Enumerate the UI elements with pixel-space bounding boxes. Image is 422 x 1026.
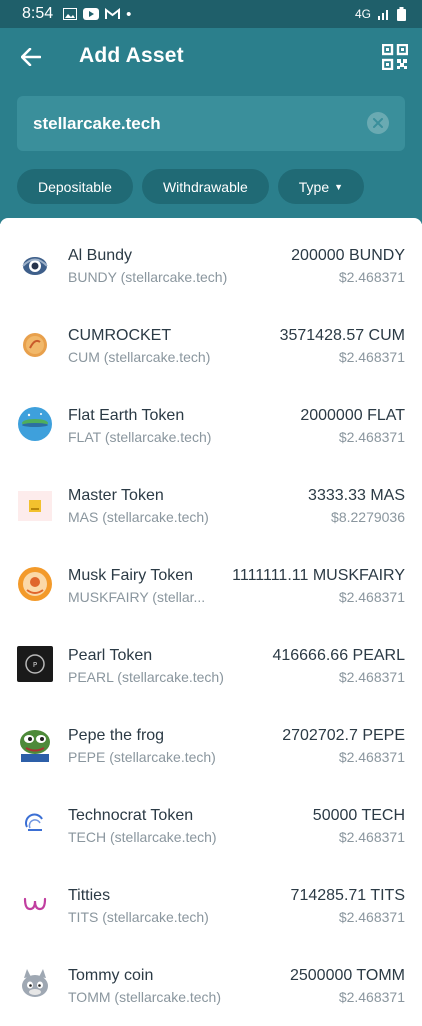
youtube-icon	[83, 8, 100, 20]
svg-text:P: P	[33, 661, 37, 669]
asset-price: $2.468371	[338, 349, 405, 365]
master-token-logo	[17, 488, 53, 524]
asset-price: $2.468371	[338, 269, 405, 285]
list-item[interactable]: Al Bundy BUNDY (stellarcake.tech) 200000…	[0, 226, 422, 306]
asset-name: Al Bundy	[68, 247, 133, 264]
asset-list: Al Bundy BUNDY (stellarcake.tech) 200000…	[0, 218, 422, 1023]
asset-code: FLAT (stellarcake.tech)	[68, 429, 212, 445]
system-icons: 4G	[355, 7, 406, 21]
asset-name: Tommy coin	[68, 967, 154, 984]
header: Add Asset stellarcake.tech Depositable W…	[0, 28, 422, 224]
asset-code: MAS (stellarcake.tech)	[68, 509, 209, 525]
pepe-frog-logo	[17, 726, 53, 762]
gallery-icon	[63, 8, 78, 20]
asset-code: BUNDY (stellarcake.tech)	[68, 269, 228, 285]
asset-price: $2.468371	[338, 829, 405, 845]
cumrocket-logo	[17, 327, 53, 363]
asset-name: Pearl Token	[68, 647, 153, 664]
list-item[interactable]: Titties TITS (stellarcake.tech) 714285.7…	[0, 866, 422, 946]
asset-price: $2.468371	[338, 669, 405, 685]
page-title: Add Asset	[79, 44, 184, 67]
status-bar: 8:54 • 4G	[0, 0, 422, 28]
list-item[interactable]: Technocrat Token TECH (stellarcake.tech)…	[0, 786, 422, 866]
network-type: 4G	[354, 7, 371, 21]
qr-code-icon	[381, 43, 409, 71]
asset-name: Titties	[68, 887, 111, 904]
asset-name: Pepe the frog	[68, 727, 165, 744]
filter-type-dropdown[interactable]: Type ▼	[277, 169, 365, 204]
asset-name: Musk Fairy Token	[68, 567, 194, 584]
asset-name: Technocrat Token	[68, 807, 194, 824]
asset-code: PEARL (stellarcake.tech)	[68, 669, 224, 685]
asset-code: PEPE (stellarcake.tech)	[68, 749, 216, 765]
filter-type-label: Type	[298, 178, 330, 195]
asset-name: Flat Earth Token	[68, 407, 185, 424]
list-item[interactable]: Pepe the frog PEPE (stellarcake.tech) 27…	[0, 706, 422, 786]
qr-scan-button[interactable]	[381, 43, 409, 71]
asset-amount: 1111111.11 MUSKFAIRY	[232, 567, 405, 584]
musk-fairy-logo	[17, 566, 53, 602]
clear-search-button[interactable]	[367, 112, 389, 134]
filter-depositable-label: Depositable	[38, 178, 112, 195]
search-input[interactable]: stellarcake.tech	[17, 96, 405, 151]
asset-price: $2.468371	[338, 749, 405, 765]
gmail-icon	[105, 8, 121, 19]
filter-chips: Depositable Withdrawable Type ▼	[17, 169, 365, 204]
asset-code: TITS (stellarcake.tech)	[68, 909, 209, 925]
battery-icon	[397, 7, 406, 21]
technocrat-logo	[17, 806, 53, 842]
list-item[interactable]: Master Token MAS (stellarcake.tech) 3333…	[0, 466, 422, 546]
asset-price: $2.468371	[338, 429, 405, 445]
flat-earth-logo	[17, 406, 53, 442]
al-bundy-logo	[17, 248, 53, 284]
arrow-left-icon	[21, 48, 41, 66]
search-value[interactable]: stellarcake.tech	[33, 114, 161, 134]
list-item[interactable]: Musk Fairy Token MUSKFAIRY (stellar... 1…	[0, 546, 422, 626]
caret-down-icon: ▼	[334, 181, 344, 192]
asset-amount: 2702702.7 PEPE	[282, 727, 405, 744]
asset-code: TECH (stellarcake.tech)	[68, 829, 217, 845]
status-time: 8:54	[22, 5, 54, 22]
list-item[interactable]: Flat Earth Token FLAT (stellarcake.tech)…	[0, 386, 422, 466]
titties-logo	[17, 886, 53, 922]
asset-price: $2.468371	[338, 989, 405, 1005]
top-app-bar: Add Asset	[0, 28, 422, 86]
asset-code: CUM (stellarcake.tech)	[68, 349, 211, 365]
asset-code: TOMM (stellarcake.tech)	[68, 989, 221, 1005]
tommy-coin-logo	[17, 966, 53, 1002]
asset-amount: 200000 BUNDY	[291, 247, 405, 264]
asset-amount: 2500000 TOMM	[289, 967, 405, 984]
asset-amount: 714285.71 TITS	[290, 887, 405, 904]
clear-circle-icon	[373, 118, 383, 128]
list-item[interactable]: Tommy coin TOMM (stellarcake.tech) 25000…	[0, 946, 422, 1026]
filter-withdrawable-label: Withdrawable	[162, 178, 248, 195]
back-button[interactable]	[16, 42, 46, 72]
status-dot: •	[126, 5, 132, 23]
list-item[interactable]: P Pearl Token PEARL (stellarcake.tech) 4…	[0, 626, 422, 706]
asset-amount: 2000000 FLAT	[300, 407, 405, 424]
asset-price: $2.468371	[338, 909, 405, 925]
asset-price: $8.2279036	[331, 509, 405, 525]
asset-name: CUMROCKET	[68, 327, 172, 344]
filter-withdrawable[interactable]: Withdrawable	[141, 169, 269, 204]
asset-name: Master Token	[68, 487, 164, 504]
list-item[interactable]: CUMROCKET CUM (stellarcake.tech) 3571428…	[0, 306, 422, 386]
asset-amount: 3333.33 MAS	[308, 487, 405, 504]
signal-icon	[378, 10, 388, 20]
notification-icons: •	[63, 6, 131, 23]
filter-depositable[interactable]: Depositable	[17, 169, 133, 204]
asset-code: MUSKFAIRY (stellar...	[68, 589, 206, 605]
asset-amount: 50000 TECH	[312, 807, 405, 824]
asset-amount: 3571428.57 CUM	[279, 327, 405, 344]
pearl-token-logo: P	[17, 646, 53, 682]
asset-amount: 416666.66 PEARL	[272, 647, 405, 664]
asset-price: $2.468371	[338, 589, 405, 605]
